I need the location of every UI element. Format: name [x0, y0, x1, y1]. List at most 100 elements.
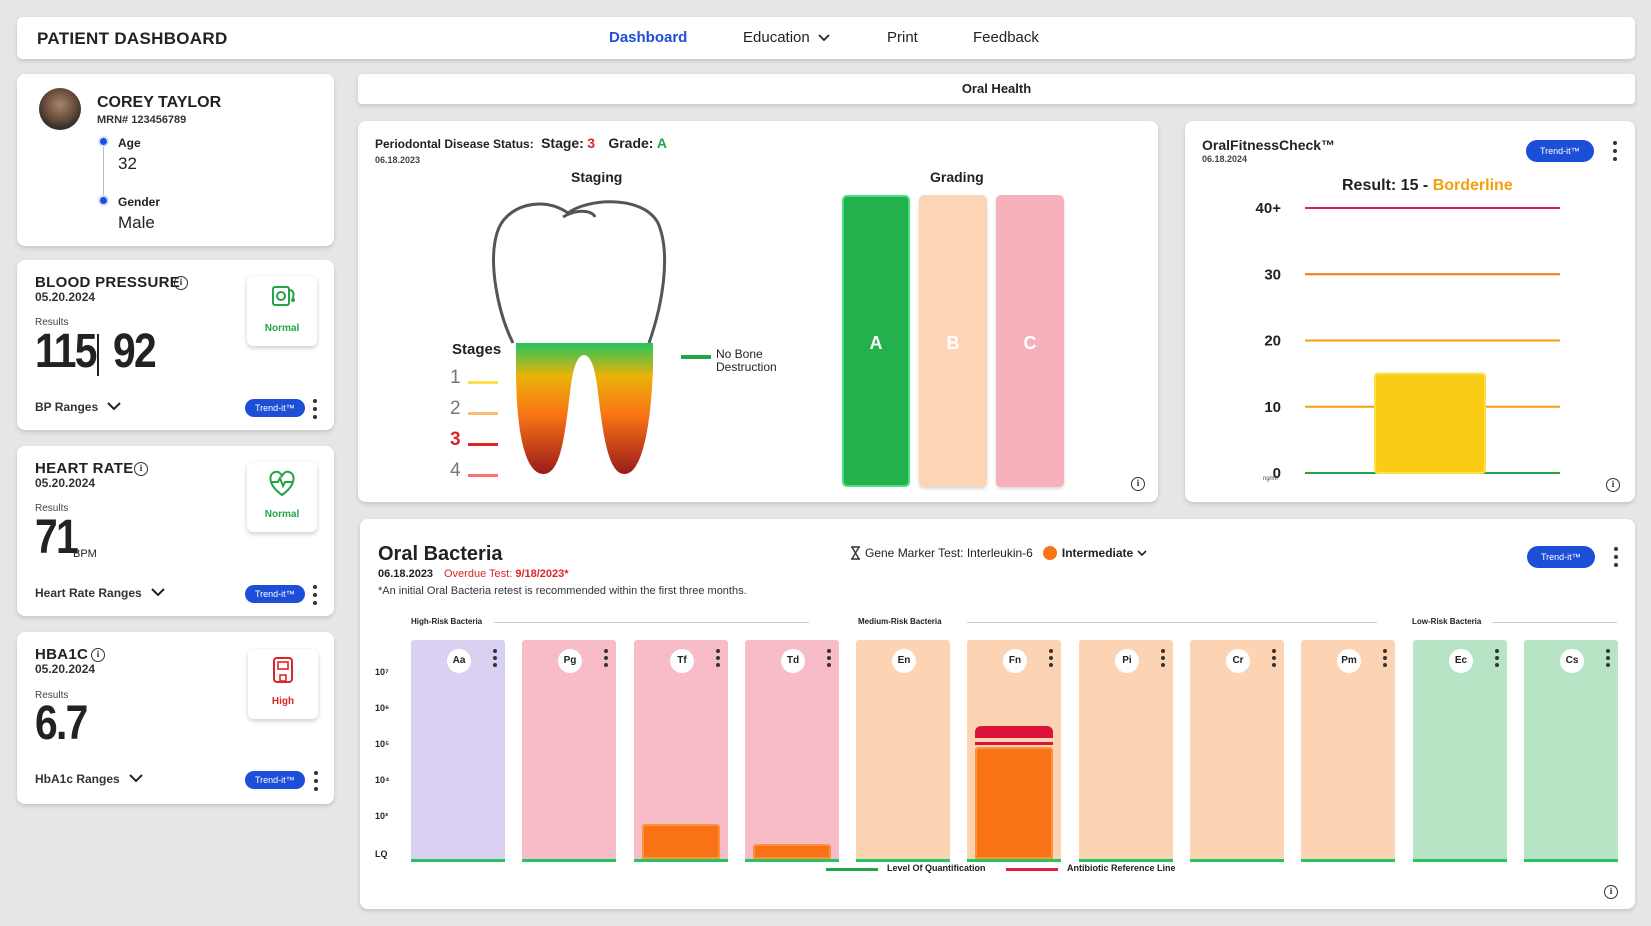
more-menu-icon[interactable]: [716, 649, 720, 667]
more-menu-icon[interactable]: [1613, 547, 1619, 567]
bacteria-column-pg[interactable]: Pg: [522, 640, 616, 862]
bacteria-label: Tf: [670, 649, 694, 673]
no-bone-text-2: Destruction: [716, 360, 777, 374]
perio-grade-label: Grade:: [608, 135, 654, 151]
stage-4-line: [468, 474, 498, 477]
bacteria-legend: Level Of Quantification Antibiotic Refer…: [378, 862, 1618, 882]
info-icon[interactable]: i: [1604, 885, 1618, 899]
bacteria-label: Fn: [1003, 649, 1027, 673]
bacteria-column-fn[interactable]: Fn: [967, 640, 1061, 862]
perio-stage-value: 3: [587, 135, 595, 151]
more-menu-icon[interactable]: [1495, 649, 1499, 667]
hba1c-date: 05.20.2024: [35, 662, 96, 676]
bacteria-column-cs[interactable]: Cs: [1524, 640, 1618, 862]
antibiotic-reference-line: [975, 742, 1053, 745]
more-menu-icon[interactable]: [312, 585, 318, 605]
group-high-line: [494, 622, 809, 623]
more-menu-icon[interactable]: [1161, 649, 1165, 667]
more-menu-icon[interactable]: [604, 649, 608, 667]
bacteria-label: Td: [781, 649, 805, 673]
more-menu-icon[interactable]: [313, 771, 319, 791]
bacteria-column-pm[interactable]: Pm: [1301, 640, 1395, 862]
nav-feedback[interactable]: Feedback: [973, 29, 1039, 46]
nav-dashboard[interactable]: Dashboard: [609, 29, 687, 46]
bacteria-column-td[interactable]: Td: [745, 640, 839, 862]
bp-trend-button[interactable]: Trend-it™: [245, 399, 305, 417]
grade-a-bar: A: [842, 195, 910, 487]
stage-num-3: 3: [450, 429, 461, 450]
patient-mrn: MRN# 123456789: [97, 114, 187, 126]
bacteria-column-ec[interactable]: Ec: [1413, 640, 1507, 862]
chevron-down-icon: [151, 588, 165, 597]
bp-ranges-toggle[interactable]: BP Ranges: [35, 400, 122, 414]
patient-card: COREY TAYLOR MRN# 123456789 Age 32 Gende…: [17, 74, 334, 246]
lq-line: [967, 859, 1061, 862]
fitness-date: 06.18.2024: [1202, 154, 1248, 164]
lq-line: [1413, 859, 1507, 862]
more-menu-icon[interactable]: [1383, 649, 1387, 667]
grade-a-label: A: [869, 333, 883, 353]
nav-education[interactable]: Education: [743, 29, 830, 46]
hr-trend-button[interactable]: Trend-it™: [245, 585, 305, 603]
lq-line: [411, 859, 505, 862]
y-tick-label: 10⁷: [375, 667, 389, 677]
bacteria-level-bar: [642, 824, 720, 859]
group-low-line: [1492, 622, 1617, 623]
no-bone-label: No Bone Destruction: [716, 348, 777, 374]
grade-c-bar: C: [996, 195, 1064, 487]
hr-date: 05.20.2024: [35, 476, 96, 490]
bacteria-column-cr[interactable]: Cr: [1190, 640, 1284, 862]
bp-divider: [97, 334, 99, 376]
gene-status-dropdown[interactable]: Intermediate: [1062, 546, 1133, 560]
gene-marker-label: Gene Marker Test: Interleukin-6: [865, 546, 1033, 560]
info-icon[interactable]: i: [1131, 477, 1145, 491]
legend-abx-line: [1006, 868, 1058, 871]
fitness-unit: ng/ml: [1263, 476, 1278, 482]
more-menu-icon[interactable]: [493, 649, 497, 667]
more-menu-icon[interactable]: [1612, 141, 1618, 161]
chevron-down-icon: [129, 774, 143, 783]
grade-b-label: B: [946, 333, 960, 353]
info-icon[interactable]: i: [174, 276, 188, 290]
bacteria-level-bar: [975, 747, 1053, 859]
bp-title: BLOOD PRESSURE: [35, 274, 181, 291]
stage-3-line: [468, 443, 498, 446]
hba1c-ranges-toggle[interactable]: HbA1c Ranges: [35, 772, 143, 786]
bacteria-trend-button[interactable]: Trend-it™: [1527, 546, 1595, 568]
bacteria-column-en[interactable]: En: [856, 640, 950, 862]
more-menu-icon[interactable]: [1606, 649, 1610, 667]
chevron-down-icon: [1137, 549, 1147, 556]
overdue-date: 9/18/2023*: [515, 568, 569, 580]
fitness-trend-button[interactable]: Trend-it™: [1526, 140, 1594, 162]
stages-title: Stages: [452, 341, 502, 358]
bacteria-column-aa[interactable]: Aa: [411, 640, 505, 862]
info-icon[interactable]: i: [91, 648, 105, 662]
bacteria-column-pi[interactable]: Pi: [1079, 640, 1173, 862]
hr-ranges-label: Heart Rate Ranges: [35, 586, 142, 600]
nav-print[interactable]: Print: [887, 29, 918, 46]
hba1c-trend-button[interactable]: Trend-it™: [245, 771, 305, 789]
bacteria-label: Cr: [1226, 649, 1250, 673]
stage-num-2: 2: [450, 398, 461, 419]
info-icon[interactable]: i: [1606, 478, 1620, 492]
info-icon[interactable]: i: [134, 462, 148, 476]
legend-lq-line: [826, 868, 878, 871]
bacteria-column-tf[interactable]: Tf: [634, 640, 728, 862]
overdue-info: Overdue Test: 9/18/2023*: [444, 568, 569, 580]
lq-line: [634, 859, 728, 862]
bacteria-label: Pg: [558, 649, 582, 673]
chevron-down-icon: [107, 402, 122, 411]
stage-2-line: [468, 412, 498, 415]
top-nav-bar: PATIENT DASHBOARD Dashboard Education Pr…: [17, 17, 1635, 59]
grade-b-bar: B: [919, 195, 987, 487]
age-value: 32: [118, 154, 137, 173]
lq-line: [1524, 859, 1618, 862]
more-menu-icon[interactable]: [1049, 649, 1053, 667]
more-menu-icon[interactable]: [827, 649, 831, 667]
patient-name: COREY TAYLOR: [97, 94, 222, 111]
more-menu-icon[interactable]: [312, 399, 318, 419]
periodontal-card: Periodontal Disease Status: Stage: 3 Gra…: [358, 121, 1158, 502]
legend-lq-label: Level Of Quantification: [887, 863, 986, 873]
hr-ranges-toggle[interactable]: Heart Rate Ranges: [35, 586, 165, 600]
more-menu-icon[interactable]: [1272, 649, 1276, 667]
